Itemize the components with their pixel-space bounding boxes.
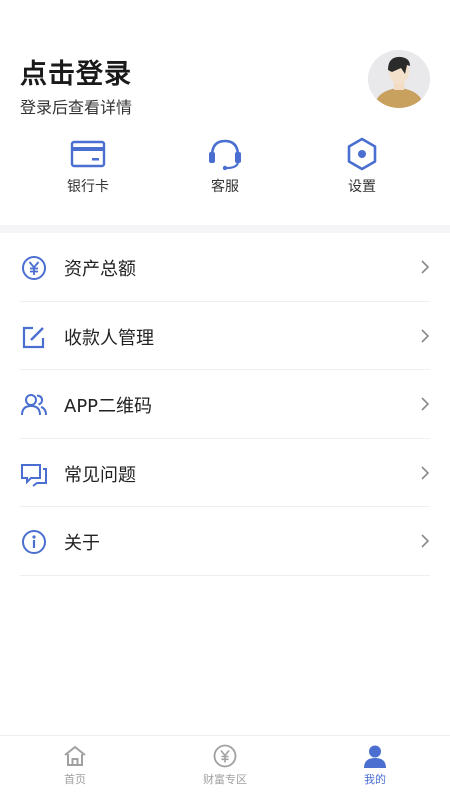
chevron-right-icon [421,328,430,343]
quick-action-service[interactable]: 客服 [185,136,265,196]
menu-item-label: 常见问题 [64,464,136,486]
chevron-right-icon [421,397,430,411]
quick-action-label: 客服 [211,179,239,195]
yen-circle-icon [213,744,237,768]
headset-icon [209,139,241,171]
home-icon [64,745,86,766]
profile-header: 点击登录 登录后查看详情 银行卡 客服 设置 [0,0,450,225]
quick-action-bank-card[interactable]: 银行卡 [48,136,128,196]
yen-circle-icon [22,256,46,280]
section-divider [0,225,450,233]
chevron-right-icon [421,534,430,548]
tab-label: 首页 [64,773,86,786]
menu-item-app-qrcode[interactable]: APP二维码 [20,370,430,439]
chat-bubbles-icon [21,463,47,487]
info-circle-icon [22,530,46,554]
tab-home[interactable]: 首页 [25,744,125,787]
tab-label: 我的 [364,773,386,786]
menu-item-label: APP二维码 [64,396,153,417]
quick-action-settings[interactable]: 设置 [322,136,402,196]
chevron-right-icon [421,465,430,480]
menu-item-payee-management[interactable]: 收款人管理 [20,302,430,370]
quick-action-label: 银行卡 [67,179,109,195]
menu-item-total-assets[interactable]: 资产总额 [20,233,430,302]
tab-wealth[interactable]: 财富专区 [175,744,275,787]
tab-label: 财富专区 [203,773,247,786]
login-subtitle: 登录后查看详情 [20,98,133,117]
settings-hexagon-icon [347,137,377,171]
tab-mine[interactable]: 我的 [325,744,425,787]
chevron-right-icon [421,260,430,274]
settings-menu: 资产总额 收款人管理 APP二维码 常见问题 关于 [0,233,450,576]
edit-square-icon [22,326,45,348]
menu-item-label: 关于 [64,533,100,554]
avatar[interactable] [368,50,430,108]
menu-item-about[interactable]: 关于 [20,507,430,576]
users-icon [21,394,47,416]
menu-item-label: 收款人管理 [64,327,154,349]
bottom-tab-bar: 首页 财富专区 我的 [0,735,450,800]
user-icon [364,745,386,768]
bank-card-icon [70,140,106,168]
menu-item-label: 资产总额 [64,259,136,280]
quick-action-label: 设置 [348,179,376,195]
menu-item-faq[interactable]: 常见问题 [20,439,430,507]
login-title[interactable]: 点击登录 [20,52,132,91]
